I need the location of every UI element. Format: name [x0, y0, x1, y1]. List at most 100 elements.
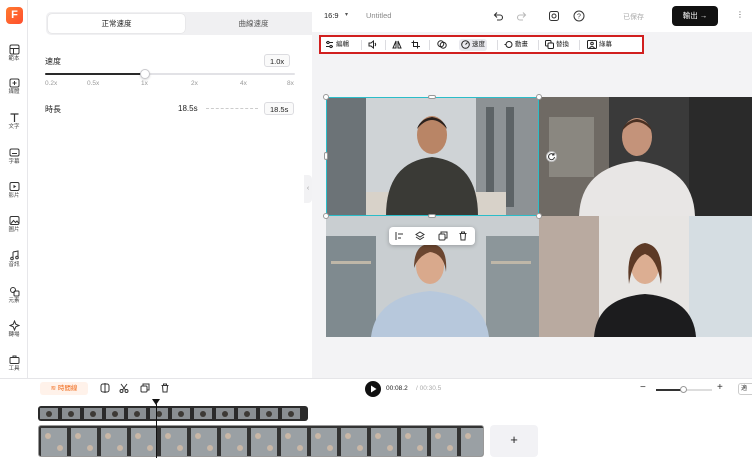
rail-item-media[interactable]: 媒體 [0, 75, 28, 105]
rail-label: 轉場 [8, 332, 20, 338]
project-title[interactable]: Untitled [366, 11, 391, 20]
svg-text:?: ? [577, 14, 581, 21]
flip-button[interactable] [392, 39, 404, 51]
edit-button[interactable]: 編輯 [325, 39, 349, 51]
aspect-ratio-select[interactable]: 16:9 [324, 11, 339, 20]
resize-handle[interactable] [536, 213, 542, 219]
timeline-toggle-label: 時間線 [57, 385, 78, 392]
duration-label: 時長 [45, 105, 61, 114]
speed-label: 速度 [45, 57, 61, 66]
rail-item-templates[interactable]: 範本 [0, 42, 28, 72]
resize-handle[interactable] [323, 94, 329, 100]
mask-button[interactable] [437, 39, 449, 51]
speed-value-input[interactable]: 1.0x [264, 54, 291, 67]
rail-label: 圖片 [8, 227, 20, 233]
speed-slider-fill [45, 73, 145, 75]
layers-icon[interactable] [415, 231, 425, 241]
video-clip-2[interactable] [539, 97, 752, 216]
speed-tick: 2x [191, 80, 198, 87]
split-icon[interactable] [100, 383, 110, 393]
speed-button[interactable]: 速度 [459, 39, 487, 51]
resize-handle[interactable] [323, 213, 329, 219]
rail-item-elements[interactable]: 元素 [0, 284, 28, 314]
resize-handle[interactable] [536, 94, 542, 100]
arrow-right-icon: → [699, 11, 708, 20]
rail-item-transitions[interactable]: 轉場 [0, 318, 28, 348]
screenshot-icon[interactable] [548, 10, 560, 22]
toolbar-divider [429, 40, 430, 50]
animate-button[interactable]: 動畫 [504, 39, 528, 51]
rail-item-text[interactable]: 文字 [0, 110, 28, 140]
tab-normal-speed[interactable]: 正常速度 [48, 14, 185, 33]
delete-icon[interactable] [160, 383, 170, 393]
rail-item-images[interactable]: 圖片 [0, 213, 28, 243]
more-icon[interactable]: ⋮ [736, 10, 744, 19]
animate-label: 動畫 [515, 41, 528, 48]
template-icon [9, 44, 19, 55]
duplicate-icon[interactable] [140, 383, 150, 393]
left-nav-rail: F 範本 媒體 文字 字幕 影片 圖片 音訊 元素 轉場 工具 [0, 0, 28, 378]
volume-button[interactable] [368, 39, 380, 51]
duplicate-icon[interactable] [438, 231, 448, 241]
delete-icon[interactable] [458, 231, 468, 241]
timeline-track-clip-main[interactable] [38, 425, 484, 457]
tab-curve-speed[interactable]: 曲線速度 [185, 14, 322, 33]
timeline-toggle-button[interactable]: ≋ 時間線 [40, 382, 88, 395]
resize-handle[interactable] [428, 214, 436, 218]
save-status: 已保存 [623, 14, 644, 21]
play-icon [371, 385, 377, 393]
audio-icon [9, 250, 19, 261]
mask-icon [437, 40, 447, 49]
canvas-topbar: 16:9 ▾ Untitled ? 已保存 輸出 → ⋮ [312, 0, 752, 32]
zoom-out-icon[interactable]: − [640, 382, 646, 393]
filmstrip-thumbnails [41, 428, 483, 456]
app-logo[interactable]: F [6, 7, 23, 24]
filmstrip-thumbnails [40, 408, 300, 419]
volume-icon [368, 39, 377, 49]
export-button[interactable]: 輸出 → [672, 6, 718, 26]
speed-tick: 4x [240, 80, 247, 87]
add-clip-button[interactable]: + [490, 425, 538, 457]
elements-icon [9, 287, 19, 297]
zoom-in-icon[interactable]: + [717, 382, 723, 393]
chroma-key-button[interactable]: 綠幕 [587, 39, 612, 51]
replace-button[interactable]: 替換 [545, 39, 569, 51]
toolbar-divider [579, 40, 580, 50]
rail-label: 影片 [8, 193, 20, 199]
timeline-track-clip-top[interactable] [38, 406, 308, 421]
toolbar-divider [385, 40, 386, 50]
rail-item-video[interactable]: 影片 [0, 179, 28, 209]
transition-icon [8, 320, 20, 331]
rail-item-subtitles[interactable]: 字幕 [0, 145, 28, 175]
resize-handle[interactable] [324, 152, 328, 160]
redo-icon[interactable] [516, 10, 528, 22]
play-button[interactable] [365, 381, 381, 397]
resize-handle[interactable] [428, 95, 436, 99]
rotate-handle[interactable] [546, 151, 557, 162]
duration-value[interactable]: 18.5s [264, 102, 295, 115]
crop-button[interactable] [411, 39, 423, 51]
scissors-icon[interactable] [119, 383, 129, 393]
video-clip-4[interactable] [539, 216, 752, 337]
speed-slider[interactable] [45, 69, 295, 79]
chevron-down-icon[interactable]: ▾ [345, 11, 348, 18]
align-icon[interactable] [395, 231, 405, 241]
layers-icon: ≋ [50, 385, 57, 392]
speed-tick: 0.5x [87, 80, 100, 87]
speed-mode-tabs: 正常速度 曲線速度 [46, 12, 324, 35]
speed-icon [461, 39, 470, 49]
toolbar-divider [497, 40, 498, 50]
rail-item-audio[interactable]: 音訊 [0, 248, 28, 278]
rail-label: 文字 [8, 124, 20, 130]
zoom-slider-thumb[interactable] [680, 386, 687, 393]
panel-collapse-handle[interactable]: ‹ [304, 175, 312, 203]
speed-tool-label: 速度 [472, 41, 485, 48]
export-label: 輸出 [682, 11, 698, 20]
zoom-slider[interactable] [656, 386, 712, 393]
media-icon [9, 78, 19, 88]
undo-icon[interactable] [492, 10, 504, 22]
speed-slider-thumb[interactable] [140, 69, 150, 79]
replace-icon [545, 39, 554, 49]
fit-button[interactable]: 適 [738, 383, 752, 395]
help-icon[interactable]: ? [573, 10, 585, 22]
